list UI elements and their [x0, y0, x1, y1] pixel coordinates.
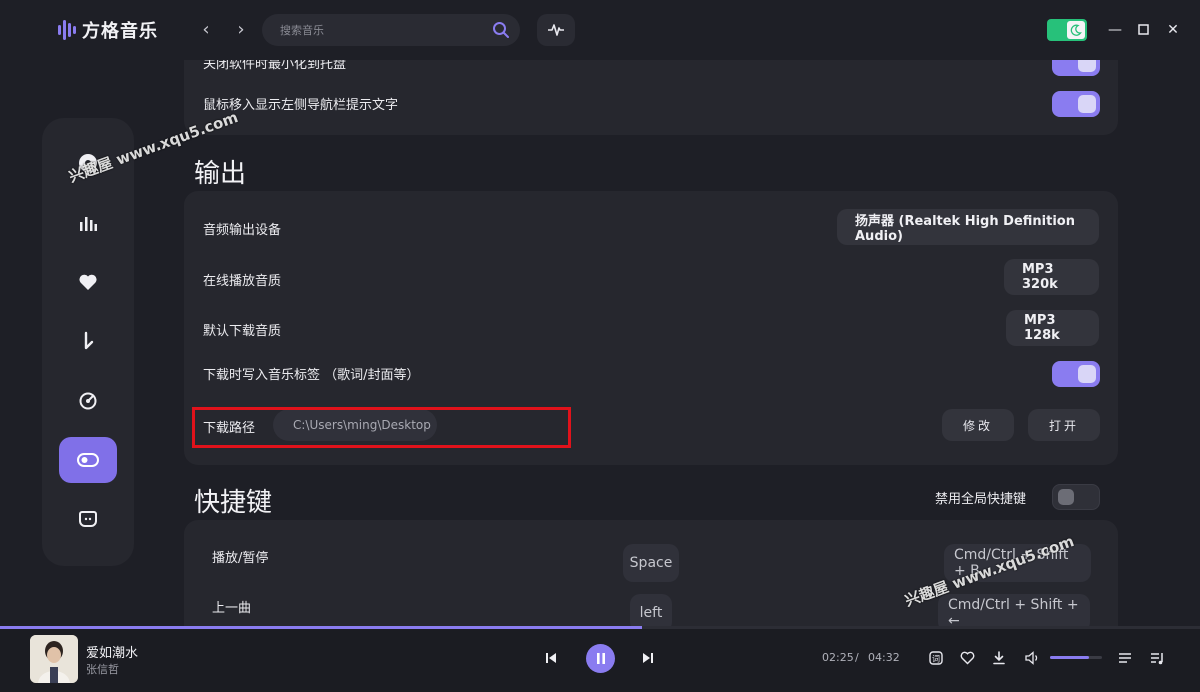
volume-slider-fill	[1050, 656, 1089, 659]
play-queue-icon[interactable]	[1148, 649, 1166, 667]
svg-text:词: 词	[932, 655, 940, 664]
open-path-button[interactable]: 打开	[1028, 409, 1100, 441]
song-artist[interactable]: 张信哲	[86, 661, 119, 677]
modify-path-button[interactable]: 修改	[942, 409, 1014, 441]
shortcut-action-play-pause: 播放/暂停	[212, 551, 269, 566]
shortcut-global-previous[interactable]: Cmd/Ctrl + Shift + ←	[938, 594, 1090, 626]
search-input[interactable]	[280, 14, 480, 46]
shortcuts-section-title: 快捷键	[194, 488, 273, 518]
write-tags-toggle[interactable]	[1052, 361, 1100, 387]
disable-global-shortcuts-label: 禁用全局快捷键	[935, 492, 1027, 507]
download-quality-label: 默认下载音质	[203, 324, 282, 339]
logo-bars-icon	[58, 19, 76, 41]
total-time: 04:32	[868, 651, 900, 664]
disable-global-shortcuts-toggle[interactable]	[1052, 484, 1100, 510]
volume-icon[interactable]	[1023, 649, 1041, 667]
current-time: 02:25	[822, 651, 854, 664]
minimize-icon[interactable]: —	[1105, 20, 1125, 40]
download-quality-select[interactable]: MP3 128k	[1006, 310, 1099, 346]
write-tags-label: 下载时写入音乐标签 （歌词/封面等）	[203, 368, 420, 383]
audio-device-label: 音频输出设备	[203, 223, 282, 238]
maximize-icon[interactable]	[1133, 20, 1153, 40]
playlist-icon[interactable]	[1116, 649, 1134, 667]
waveform-button[interactable]	[537, 14, 575, 46]
shortcut-action-previous: 上一曲	[212, 601, 252, 616]
download-path-highlight	[192, 407, 571, 448]
forward-icon[interactable]: ›	[231, 20, 251, 40]
output-section-title: 输出	[194, 159, 247, 189]
time-separator: /	[855, 651, 859, 664]
download-icon[interactable]	[990, 649, 1008, 667]
online-quality-label: 在线播放音质	[203, 274, 282, 289]
album-cover[interactable]	[30, 635, 78, 683]
nav-hint-text-toggle[interactable]	[1052, 91, 1100, 117]
waveform-icon	[548, 24, 564, 36]
volume-slider[interactable]	[1050, 656, 1102, 659]
minimize-to-tray-toggle[interactable]	[1052, 60, 1100, 76]
pause-icon	[596, 653, 605, 664]
app-logo: 方格音乐	[58, 17, 158, 43]
shortcut-local-play-pause[interactable]: Space	[623, 544, 679, 582]
search-bar	[262, 14, 520, 46]
lyrics-icon[interactable]: 词	[927, 649, 945, 667]
close-icon[interactable]: ✕	[1163, 20, 1183, 40]
moon-icon	[1067, 21, 1085, 39]
title-bar: 方格音乐 ‹ › — ✕	[0, 0, 1200, 60]
song-title[interactable]: 爱如潮水	[86, 642, 138, 661]
playback-progress-bar[interactable]	[0, 626, 1200, 629]
previous-track-icon[interactable]	[541, 648, 561, 668]
pause-button[interactable]	[586, 644, 615, 673]
playback-progress-fill	[0, 626, 642, 629]
shortcut-local-previous[interactable]: left	[630, 594, 672, 626]
audio-device-select[interactable]: 扬声器 (Realtek High Definition Audio)	[837, 209, 1099, 245]
favorite-heart-icon[interactable]	[958, 649, 976, 667]
app-title: 方格音乐	[82, 21, 158, 42]
minimize-to-tray-label: 关闭软件时最小化到托盘	[203, 60, 347, 72]
player-bar: 爱如潮水 张信哲 02:25 / 04:32 词	[0, 626, 1200, 692]
theme-toggle[interactable]	[1047, 19, 1087, 41]
online-quality-select[interactable]: MP3 320k	[1004, 259, 1099, 295]
next-track-icon[interactable]	[638, 648, 658, 668]
back-icon[interactable]: ‹	[196, 20, 216, 40]
search-icon[interactable]	[492, 21, 510, 39]
